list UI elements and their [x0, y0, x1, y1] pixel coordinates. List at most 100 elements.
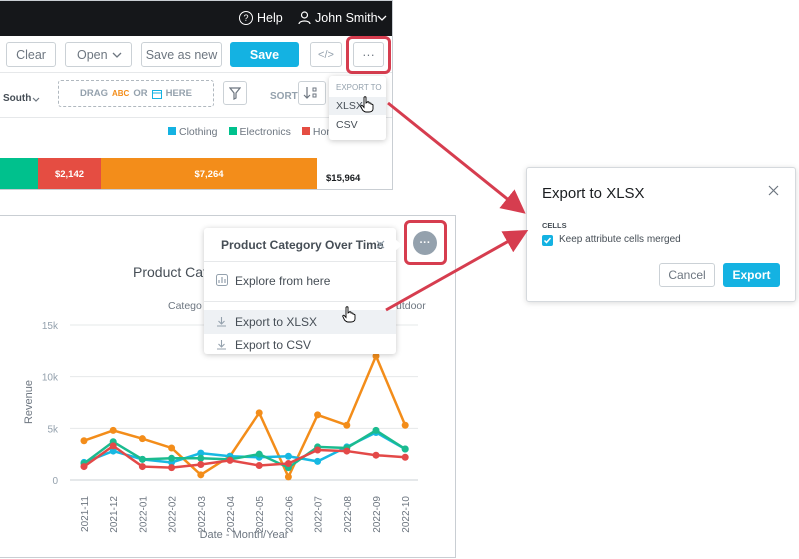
embed-icon: </>	[318, 48, 334, 61]
bar-segment-electronics[interactable]	[0, 158, 38, 189]
save-as-new-label: Save as new	[145, 47, 218, 62]
data-point	[314, 411, 322, 419]
arrow-to-dialog-from-top	[387, 101, 526, 214]
highlight-frame	[346, 36, 391, 74]
chevron-down-icon[interactable]	[32, 97, 40, 103]
x-tick-label: 2022-02	[168, 496, 179, 533]
x-tick-label: 2022-06	[284, 496, 295, 533]
bar-segment-home[interactable]: $2,142	[38, 158, 101, 189]
data-point	[197, 471, 205, 479]
explore-icon	[216, 274, 228, 286]
y-tick-label: 5k	[47, 424, 59, 435]
data-point	[255, 450, 263, 458]
data-point	[284, 473, 292, 481]
menu-divider	[204, 301, 396, 302]
data-point	[138, 435, 146, 443]
data-point	[138, 455, 146, 463]
bar-label: $2,142	[54, 168, 85, 180]
y-tick-label: 10k	[42, 373, 59, 384]
clear-label: Clear	[16, 47, 46, 62]
data-point	[372, 451, 380, 459]
menu-item-export-csv[interactable]: Export to CSV	[204, 335, 396, 355]
help-icon[interactable]: ?	[239, 11, 253, 25]
export-label: Export	[732, 268, 771, 282]
hand-cursor-icon	[360, 96, 374, 113]
top-navbar: ? Help John Smith	[0, 1, 392, 36]
data-point	[401, 453, 409, 461]
y-tick-label: 15k	[42, 321, 59, 332]
x-tick-label: 2022-07	[314, 496, 325, 533]
export-csv-option[interactable]: CSV	[329, 116, 386, 134]
data-point	[80, 463, 88, 471]
embed-button[interactable]: </>	[310, 42, 342, 67]
bar-total: $15,964	[326, 173, 361, 184]
legend-label: Clothing	[179, 126, 218, 138]
toolbar: Clear Open Save as new Save </> ···	[0, 36, 392, 74]
clear-button[interactable]: Clear	[6, 42, 56, 67]
data-point	[109, 426, 117, 434]
menu-pointer-icon	[395, 239, 402, 251]
export-xlsx-option[interactable]: XLSX	[329, 97, 386, 115]
export-menu-header: EXPORT TO	[336, 83, 382, 92]
close-icon[interactable]	[376, 240, 385, 249]
chart-legend: Clothing Electronics Home	[168, 126, 341, 138]
widget-options-menu: Product Category Over Time Explore from …	[204, 228, 396, 354]
menu-item-export-xlsx[interactable]: Export to XLSX	[204, 310, 396, 334]
download-icon	[217, 340, 226, 350]
x-tick-label: 2022-04	[226, 496, 237, 533]
data-point	[343, 447, 351, 455]
menu-item-explore[interactable]: Explore from here	[204, 269, 396, 293]
filter-value[interactable]: South	[3, 93, 31, 104]
bar-segment-other[interactable]: $7,264	[101, 158, 317, 189]
save-button[interactable]: Save	[230, 42, 299, 67]
legend-item-clothing[interactable]: Clothing	[168, 126, 218, 138]
x-tick-label: 2022-10	[401, 496, 412, 533]
cancel-button[interactable]: Cancel	[659, 263, 715, 287]
cancel-label: Cancel	[668, 268, 706, 282]
data-point	[401, 421, 409, 429]
x-tick-label: 2022-09	[372, 496, 383, 533]
drop-zone[interactable]: DRAG ABC OR HERE	[58, 80, 214, 107]
or-text: OR	[133, 88, 148, 99]
calendar-icon	[151, 89, 162, 99]
menu-title: Product Category Over Time	[221, 238, 384, 252]
sort-icon	[303, 87, 317, 99]
legend-item-electronics[interactable]: Electronics	[228, 126, 291, 138]
data-point	[197, 454, 205, 462]
help-link[interactable]: Help	[257, 11, 283, 25]
close-icon[interactable]	[768, 185, 779, 196]
sort-label: SORT	[270, 91, 298, 102]
x-tick-label: 2021-11	[80, 496, 91, 532]
data-point	[284, 452, 292, 460]
chart-panel: Product Cat Catego utdoor 0 5k 10k 15k 2021-…	[0, 215, 456, 558]
data-point	[372, 426, 380, 434]
download-icon	[217, 317, 226, 327]
data-point	[401, 445, 409, 453]
bar-label: $7,264	[194, 168, 224, 180]
x-tick-label: 2022-05	[255, 496, 266, 533]
drag-text: DRAG	[80, 88, 108, 99]
checkmark-icon	[543, 237, 552, 244]
x-tick-label: 2022-01	[138, 496, 149, 533]
user-name[interactable]: John Smith	[315, 11, 378, 25]
section-label: CELLS	[542, 221, 567, 230]
chevron-down-icon[interactable]	[377, 15, 387, 22]
data-point	[168, 444, 176, 452]
menu-item-label: Export to CSV	[235, 338, 312, 352]
export-button[interactable]: Export	[723, 263, 780, 287]
data-point	[138, 463, 146, 471]
x-tick-label: 2021-12	[109, 496, 120, 533]
x-tick-label: 2022-03	[197, 496, 208, 533]
save-label: Save	[249, 47, 280, 62]
menu-item-label: CSV	[336, 119, 358, 131]
sort-button[interactable]	[298, 81, 326, 105]
y-tick-label: 0	[52, 476, 58, 487]
filter-button[interactable]	[223, 81, 247, 105]
abc-icon: ABC	[111, 89, 130, 98]
open-button[interactable]: Open	[65, 42, 132, 67]
here-text: HERE	[165, 88, 192, 99]
menu-item-label: Export to XLSX	[235, 315, 318, 329]
save-as-new-button[interactable]: Save as new	[141, 42, 222, 67]
filter-icon	[229, 87, 241, 100]
merge-cells-checkbox[interactable]	[542, 235, 553, 246]
